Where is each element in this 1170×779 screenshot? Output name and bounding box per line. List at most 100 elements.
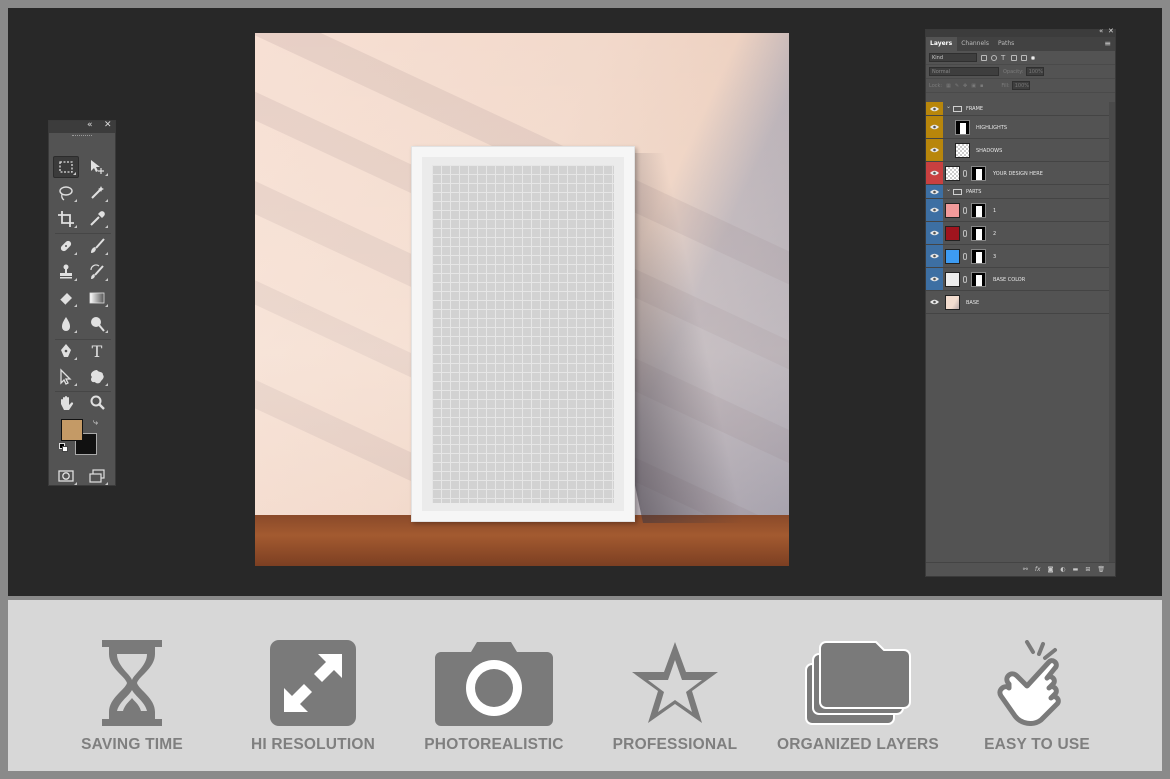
blur-icon[interactable] (53, 313, 79, 335)
panel-tabs: Layers Channels Paths ≡ (926, 37, 1115, 51)
custom-shape-icon[interactable] (84, 366, 110, 388)
adjustment-filter-icon[interactable] (991, 54, 997, 61)
layer-mask-thumbnail[interactable] (971, 271, 986, 287)
layer-thumbnail[interactable] (955, 142, 970, 158)
layer-thumbnail[interactable] (945, 165, 960, 181)
default-colors-icon[interactable] (59, 443, 68, 452)
trash-icon[interactable]: 🗑 (1097, 566, 1105, 573)
swap-colors-icon[interactable]: ⤷ (93, 417, 98, 428)
brush-icon[interactable] (84, 235, 110, 257)
layer-row[interactable]: ⌄ PARTS (926, 185, 1109, 199)
layer-row[interactable]: YOUR DESIGN HERE (926, 162, 1109, 185)
layer-row[interactable]: 1 (926, 199, 1109, 222)
lock-position-icon[interactable]: ✥ (963, 83, 967, 89)
eraser-icon[interactable] (53, 287, 79, 309)
lasso-icon[interactable] (53, 182, 79, 204)
visibility-eye-icon[interactable] (926, 268, 943, 290)
pixel-filter-icon[interactable] (981, 54, 987, 61)
visibility-eye-icon[interactable] (926, 139, 943, 161)
clone-stamp-icon[interactable] (53, 261, 79, 283)
filter-toggle-icon[interactable] (1031, 55, 1035, 60)
mask-link-icon[interactable] (963, 206, 967, 214)
group-expand-icon[interactable]: ⌄ (946, 103, 951, 110)
layer-mask-thumbnail[interactable] (971, 165, 986, 181)
layer-thumbnail[interactable] (945, 248, 960, 264)
lock-transparent-icon[interactable]: ▦ (946, 83, 951, 89)
magic-wand-icon[interactable] (84, 182, 110, 204)
visibility-eye-icon[interactable] (926, 199, 943, 221)
quick-mask-icon[interactable] (53, 465, 79, 487)
collapse-icon[interactable]: « (1099, 27, 1103, 35)
opacity-field[interactable]: 100% (1025, 67, 1044, 76)
tab-channels[interactable]: Channels (957, 37, 994, 51)
close-icon[interactable]: ✕ (104, 120, 112, 130)
fx-icon[interactable]: fx (1035, 566, 1041, 573)
mask-link-icon[interactable] (963, 275, 967, 283)
visibility-eye-icon[interactable] (926, 185, 943, 198)
foreground-color-swatch[interactable] (61, 419, 83, 441)
close-icon[interactable]: ✕ (1108, 27, 1114, 35)
pen-icon[interactable] (53, 340, 79, 362)
zoom-icon[interactable] (84, 392, 110, 414)
hand-icon[interactable] (53, 392, 79, 414)
history-brush-icon[interactable] (84, 261, 110, 283)
layers-scrollbar[interactable] (1109, 102, 1115, 562)
filter-kind-select[interactable]: Kind (929, 53, 977, 62)
lock-pixels-icon[interactable]: ✎ (955, 83, 959, 89)
layer-thumbnail[interactable] (955, 119, 970, 135)
eyedropper-icon[interactable] (84, 208, 110, 230)
healing-brush-icon[interactable] (53, 235, 79, 257)
layer-row[interactable]: 3 (926, 245, 1109, 268)
dodge-icon[interactable] (84, 313, 110, 335)
mask-link-icon[interactable] (963, 169, 967, 177)
lock-all-icon[interactable]: ▪ (980, 83, 983, 89)
layer-row[interactable]: 2 (926, 222, 1109, 245)
visibility-eye-icon[interactable] (926, 291, 943, 313)
path-selection-icon[interactable] (53, 366, 79, 388)
panel-menu-icon[interactable]: ≡ (1104, 37, 1115, 51)
layer-thumbnail[interactable] (945, 202, 960, 218)
blend-mode-select[interactable]: Normal (929, 67, 999, 76)
adjustment-icon[interactable]: ◐ (1060, 566, 1065, 573)
smart-filter-icon[interactable] (1021, 54, 1027, 61)
layer-row[interactable]: BASE (926, 291, 1109, 314)
new-layer-icon[interactable]: ⊞ (1085, 566, 1090, 573)
collapse-icon[interactable]: « (87, 120, 93, 130)
mask-link-icon[interactable] (963, 252, 967, 260)
layer-mask-thumbnail[interactable] (971, 225, 986, 241)
document-canvas[interactable] (255, 33, 789, 566)
layer-thumbnail[interactable] (945, 294, 960, 310)
mask-link-icon[interactable] (963, 229, 967, 237)
type-icon[interactable]: T (84, 340, 110, 362)
layer-mask-thumbnail[interactable] (971, 248, 986, 264)
tab-paths[interactable]: Paths (994, 37, 1019, 51)
type-filter-icon[interactable]: T (1001, 54, 1007, 61)
shape-filter-icon[interactable] (1011, 54, 1017, 61)
layer-thumbnail[interactable] (945, 225, 960, 241)
gradient-icon[interactable] (84, 287, 110, 309)
visibility-eye-icon[interactable] (926, 162, 943, 184)
layer-row[interactable]: HIGHLIGHTS (926, 116, 1109, 139)
drag-grip[interactable] (49, 133, 115, 139)
crop-icon[interactable] (53, 208, 79, 230)
visibility-eye-icon[interactable] (926, 222, 943, 244)
layer-row[interactable]: SHADOWS (926, 139, 1109, 162)
screen-mode-icon[interactable] (84, 465, 110, 487)
layer-row[interactable]: BASE COLOR (926, 268, 1109, 291)
layer-row[interactable]: ⌄ FRAME (926, 102, 1109, 116)
add-mask-icon[interactable]: ◙ (1048, 566, 1054, 573)
visibility-eye-icon[interactable] (926, 245, 943, 267)
tab-layers[interactable]: Layers (926, 37, 958, 51)
visibility-eye-icon[interactable] (926, 116, 943, 138)
link-icon[interactable]: ⚯ (1023, 566, 1028, 573)
layer-thumbnail[interactable] (945, 271, 960, 287)
group-expand-icon[interactable]: ⌄ (946, 186, 951, 193)
tools-panel: « ✕ T ⤷ (48, 120, 116, 486)
move-icon[interactable] (84, 156, 110, 178)
visibility-eye-icon[interactable] (926, 102, 943, 115)
fill-field[interactable]: 100% (1011, 81, 1030, 90)
lock-artboard-icon[interactable]: ▣ (971, 83, 976, 89)
layer-mask-thumbnail[interactable] (971, 202, 986, 218)
rectangular-marquee-icon[interactable] (53, 156, 79, 178)
new-group-icon[interactable]: ▬ (1073, 566, 1079, 573)
